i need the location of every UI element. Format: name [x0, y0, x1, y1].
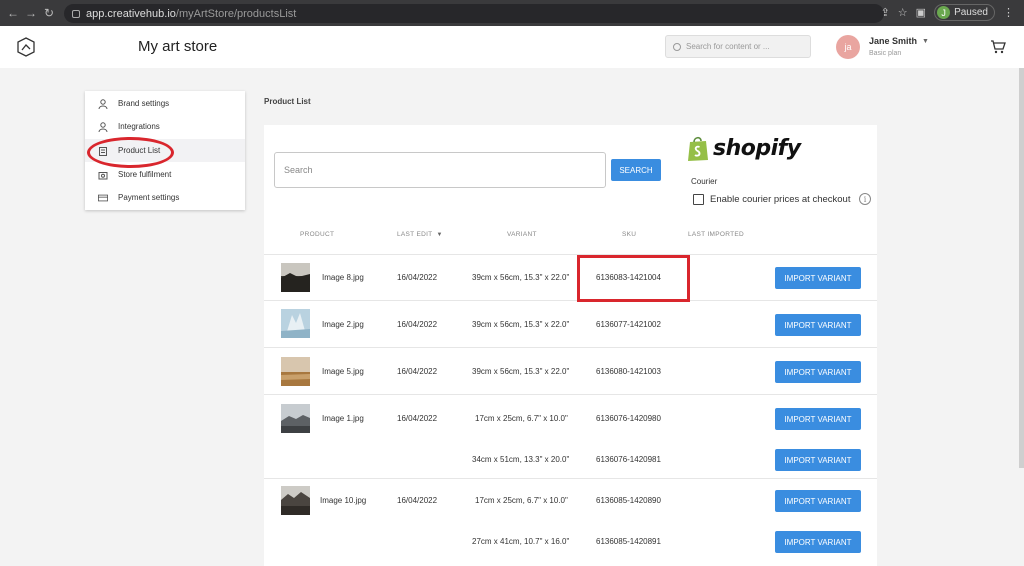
sku-value: 6136076-1420980 [596, 414, 661, 423]
variant-size: 17cm x 25cm, 6.7" x 10.0" [475, 414, 568, 423]
share-icon[interactable]: ⇪ [881, 6, 890, 19]
variant-size: 34cm x 51cm, 13.3" x 20.0" [472, 455, 570, 464]
import-variant-button[interactable]: IMPORT VARIANT [775, 314, 861, 336]
sku-highlight-box [577, 255, 690, 302]
sidebar-item-label: Brand settings [118, 99, 170, 108]
forward-icon[interactable]: → [22, 6, 40, 20]
column-header-sku: SKU [622, 231, 637, 238]
row-divider [264, 300, 877, 301]
variant-size: 17cm x 25cm, 6.7" x 10.0" [475, 496, 568, 505]
page-title: My art store [138, 38, 218, 55]
courier-label: Courier [691, 177, 718, 186]
card-icon [98, 193, 108, 203]
product-search-input[interactable]: Search [274, 152, 606, 188]
shopify-logo-icon [688, 136, 708, 161]
last-edit-date: 16/04/2022 [397, 414, 438, 423]
column-header-last-edit-label: LAST EDIT [397, 231, 433, 238]
breadcrumb: Product List [264, 97, 311, 106]
back-icon[interactable]: ← [4, 6, 22, 20]
product-thumbnail [281, 486, 310, 515]
sidebar-item-brand-settings[interactable]: Brand settings [85, 92, 245, 115]
variant-size: 39cm x 56cm, 15.3" x 22.0" [472, 320, 570, 329]
row-divider [264, 394, 877, 395]
row-divider [264, 478, 877, 479]
sidebar-item-payment-settings[interactable]: Payment settings [85, 186, 245, 209]
product-name[interactable]: Image 8.jpg [322, 273, 364, 282]
product-search-placeholder: Search [284, 165, 313, 175]
sidepanel-icon[interactable]: ▣ [916, 6, 926, 19]
product-name[interactable]: Image 5.jpg [322, 367, 364, 376]
row-divider [264, 254, 877, 255]
last-edit-date: 16/04/2022 [397, 273, 438, 282]
import-variant-button[interactable]: IMPORT VARIANT [775, 531, 861, 553]
user-icon [98, 98, 108, 109]
import-variant-button[interactable]: IMPORT VARIANT [775, 490, 861, 512]
cart-icon[interactable] [990, 40, 1006, 54]
sidebar-item-integrations[interactable]: Integrations [85, 115, 245, 138]
variant-size: 39cm x 56cm, 15.3" x 22.0" [472, 367, 570, 376]
user-icon [98, 121, 108, 132]
profile-status: Paused [954, 7, 988, 18]
browser-toolbar: ← → ↻ app.creativehub.io/myArtStore/prod… [0, 0, 1024, 26]
profile-avatar: J [937, 6, 951, 19]
column-header-variant: VARIANT [507, 231, 537, 238]
import-variant-button[interactable]: IMPORT VARIANT [775, 408, 861, 430]
column-header-last-imported: LAST IMPORTED [688, 231, 745, 238]
sku-value: 6136085-1420890 [596, 496, 661, 505]
star-icon[interactable]: ☆ [898, 6, 908, 19]
product-thumbnail [281, 309, 310, 338]
sidebar-item-store-fulfilment[interactable]: Store fulfilment [85, 163, 245, 186]
box-icon [98, 170, 108, 180]
url-domain: app.creativehub.io [86, 7, 176, 20]
product-name[interactable]: Image 2.jpg [322, 320, 364, 329]
search-button[interactable]: SEARCH [611, 159, 661, 181]
last-edit-date: 16/04/2022 [397, 367, 438, 376]
profile-button[interactable]: J Paused [934, 4, 995, 21]
product-name[interactable]: Image 10.jpg [320, 496, 366, 505]
shopify-wordmark: shopify [713, 136, 801, 161]
avatar[interactable]: ja [836, 35, 860, 59]
sku-value: 6136080-1421003 [596, 367, 661, 376]
sidebar-item-label: Integrations [118, 122, 160, 131]
column-header-last-edit[interactable]: LAST EDIT ▼ [397, 231, 443, 238]
courier-checkbox-label: Enable courier prices at checkout [710, 194, 851, 205]
sku-value: 6136077-1421002 [596, 320, 661, 329]
variant-size: 39cm x 56cm, 15.3" x 22.0" [472, 273, 570, 282]
chevron-down-icon[interactable]: ▼ [922, 38, 929, 45]
import-variant-button[interactable]: IMPORT VARIANT [775, 449, 861, 471]
sku-value: 6136076-1420981 [596, 455, 661, 464]
import-variant-button[interactable]: IMPORT VARIANT [775, 361, 861, 383]
info-icon[interactable]: i [859, 193, 871, 205]
sidebar-item-label: Payment settings [118, 193, 180, 202]
product-name[interactable]: Image 1.jpg [322, 414, 364, 423]
app-header: My art store Search for content or ... j… [0, 26, 1024, 68]
row-divider [264, 347, 877, 348]
search-icon [673, 42, 681, 51]
page-scrollbar[interactable] [1019, 68, 1024, 468]
global-search-input[interactable]: Search for content or ... [665, 35, 811, 58]
product-thumbnail [281, 357, 310, 386]
lock-icon [72, 9, 80, 18]
url-path: /myArtStore/productsList [175, 7, 297, 20]
highlight-ellipse [87, 137, 174, 168]
user-plan: Basic plan [869, 50, 902, 57]
import-variant-button[interactable]: IMPORT VARIANT [775, 267, 861, 289]
global-search-placeholder: Search for content or ... [686, 42, 770, 51]
user-name[interactable]: Jane Smith [869, 36, 917, 46]
last-edit-date: 16/04/2022 [397, 496, 438, 505]
sidebar-item-label: Store fulfilment [118, 170, 172, 179]
last-edit-date: 16/04/2022 [397, 320, 438, 329]
column-header-product: PRODUCT [300, 231, 335, 238]
product-thumbnail [281, 404, 310, 433]
kebab-menu-icon[interactable]: ⋮ [1003, 6, 1014, 19]
address-bar[interactable]: app.creativehub.io/myArtStore/productsLi… [64, 4, 884, 23]
reload-icon[interactable]: ↻ [40, 6, 58, 20]
product-thumbnail [281, 263, 310, 292]
sort-desc-icon[interactable]: ▼ [436, 232, 442, 238]
creativehub-logo-icon[interactable] [16, 37, 36, 57]
courier-checkbox[interactable] [693, 194, 704, 205]
sku-value: 6136085-1420891 [596, 537, 661, 546]
variant-size: 27cm x 41cm, 10.7" x 16.0" [472, 537, 570, 546]
